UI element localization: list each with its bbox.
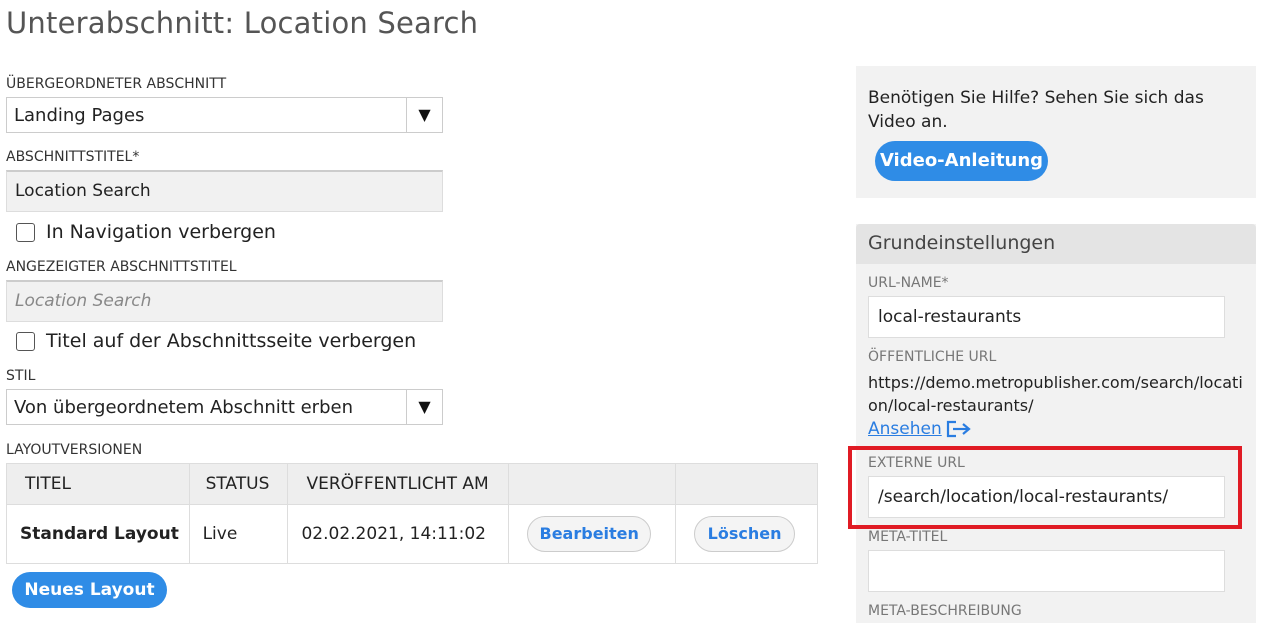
help-text: Benötigen Sie Hilfe? Sehen Sie sich das …	[868, 88, 1204, 132]
settings-header: Grundeinstellungen	[856, 224, 1256, 264]
meta-description-label: META-BESCHREIBUNG	[868, 603, 1022, 619]
external-link-icon	[946, 420, 971, 438]
chevron-down-icon[interactable]: ▼	[406, 98, 442, 132]
column-header-status: STATUS	[188, 463, 289, 505]
url-name-input[interactable]: local-restaurants	[868, 296, 1225, 338]
section-title-input[interactable]: Location Search	[6, 170, 443, 212]
style-label: STIL	[6, 368, 36, 384]
table-row: Standard Layout Live 02.02.2021, 14:11:0…	[6, 504, 818, 564]
display-title-input[interactable]: Location Search	[6, 280, 443, 322]
hide-in-nav-checkbox[interactable]	[16, 222, 35, 242]
layout-title-cell: Standard Layout	[6, 504, 190, 564]
parent-section-value: Landing Pages	[14, 105, 145, 126]
column-header-title: TITEL	[6, 463, 190, 505]
hide-in-nav-row[interactable]: In Navigation verbergen	[16, 221, 276, 243]
chevron-down-icon[interactable]: ▼	[406, 390, 442, 424]
style-select[interactable]: Von übergeordnetem Abschnitt erben ▼	[6, 389, 443, 425]
parent-section-label: ÜBERGEORDNETER ABSCHNITT	[6, 76, 227, 92]
help-panel: Benötigen Sie Hilfe? Sehen Sie sich das …	[856, 66, 1256, 198]
page-title: Unterabschnitt: Location Search	[6, 6, 479, 40]
table-header-row: TITEL STATUS VERÖFFENTLICHT AM	[6, 463, 818, 505]
parent-section-select[interactable]: Landing Pages ▼	[6, 97, 443, 133]
delete-cell: Löschen	[675, 504, 818, 564]
meta-title-input[interactable]	[868, 550, 1225, 592]
external-url-highlight	[848, 446, 1242, 529]
hide-title-checkbox[interactable]	[16, 331, 35, 351]
public-url-value: https://demo.metropublisher.com/search/l…	[868, 373, 1243, 415]
column-header-published: VERÖFFENTLICHT AM	[287, 463, 510, 505]
column-header-edit	[508, 463, 677, 505]
hide-title-label: Titel auf der Abschnittsseite verbergen	[46, 330, 417, 352]
view-link[interactable]: Ansehen	[868, 419, 972, 439]
style-value: Von übergeordnetem Abschnitt erben	[14, 397, 353, 418]
new-layout-button[interactable]: Neues Layout	[12, 572, 167, 608]
delete-layout-button[interactable]: Löschen	[694, 516, 796, 552]
public-url-label: ÖFFENTLICHE URL	[868, 349, 997, 365]
column-header-delete	[675, 463, 818, 505]
settings-heading: Grundeinstellungen	[868, 232, 1056, 254]
hide-title-row[interactable]: Titel auf der Abschnittsseite verbergen	[16, 330, 416, 352]
hide-in-nav-label: In Navigation verbergen	[46, 221, 276, 243]
section-title-label: ABSCHNITTSTITEL*	[6, 149, 140, 165]
layouts-label: LAYOUTVERSIONEN	[6, 442, 143, 458]
video-tutorial-button[interactable]: Video-Anleitung	[875, 141, 1048, 181]
edit-layout-button[interactable]: Bearbeiten	[527, 516, 652, 552]
edit-cell: Bearbeiten	[508, 504, 677, 564]
display-title-label: ANGEZEIGTER ABSCHNITTSTITEL	[6, 259, 237, 275]
layouts-table: TITEL STATUS VERÖFFENTLICHT AM Standard …	[6, 463, 818, 564]
layout-published-cell: 02.02.2021, 14:11:02	[287, 504, 510, 564]
url-name-label: URL-NAME*	[868, 275, 949, 291]
view-link-label: Ansehen	[868, 419, 942, 439]
meta-title-label: META-TITEL	[868, 529, 948, 545]
layout-status-cell: Live	[188, 504, 289, 564]
